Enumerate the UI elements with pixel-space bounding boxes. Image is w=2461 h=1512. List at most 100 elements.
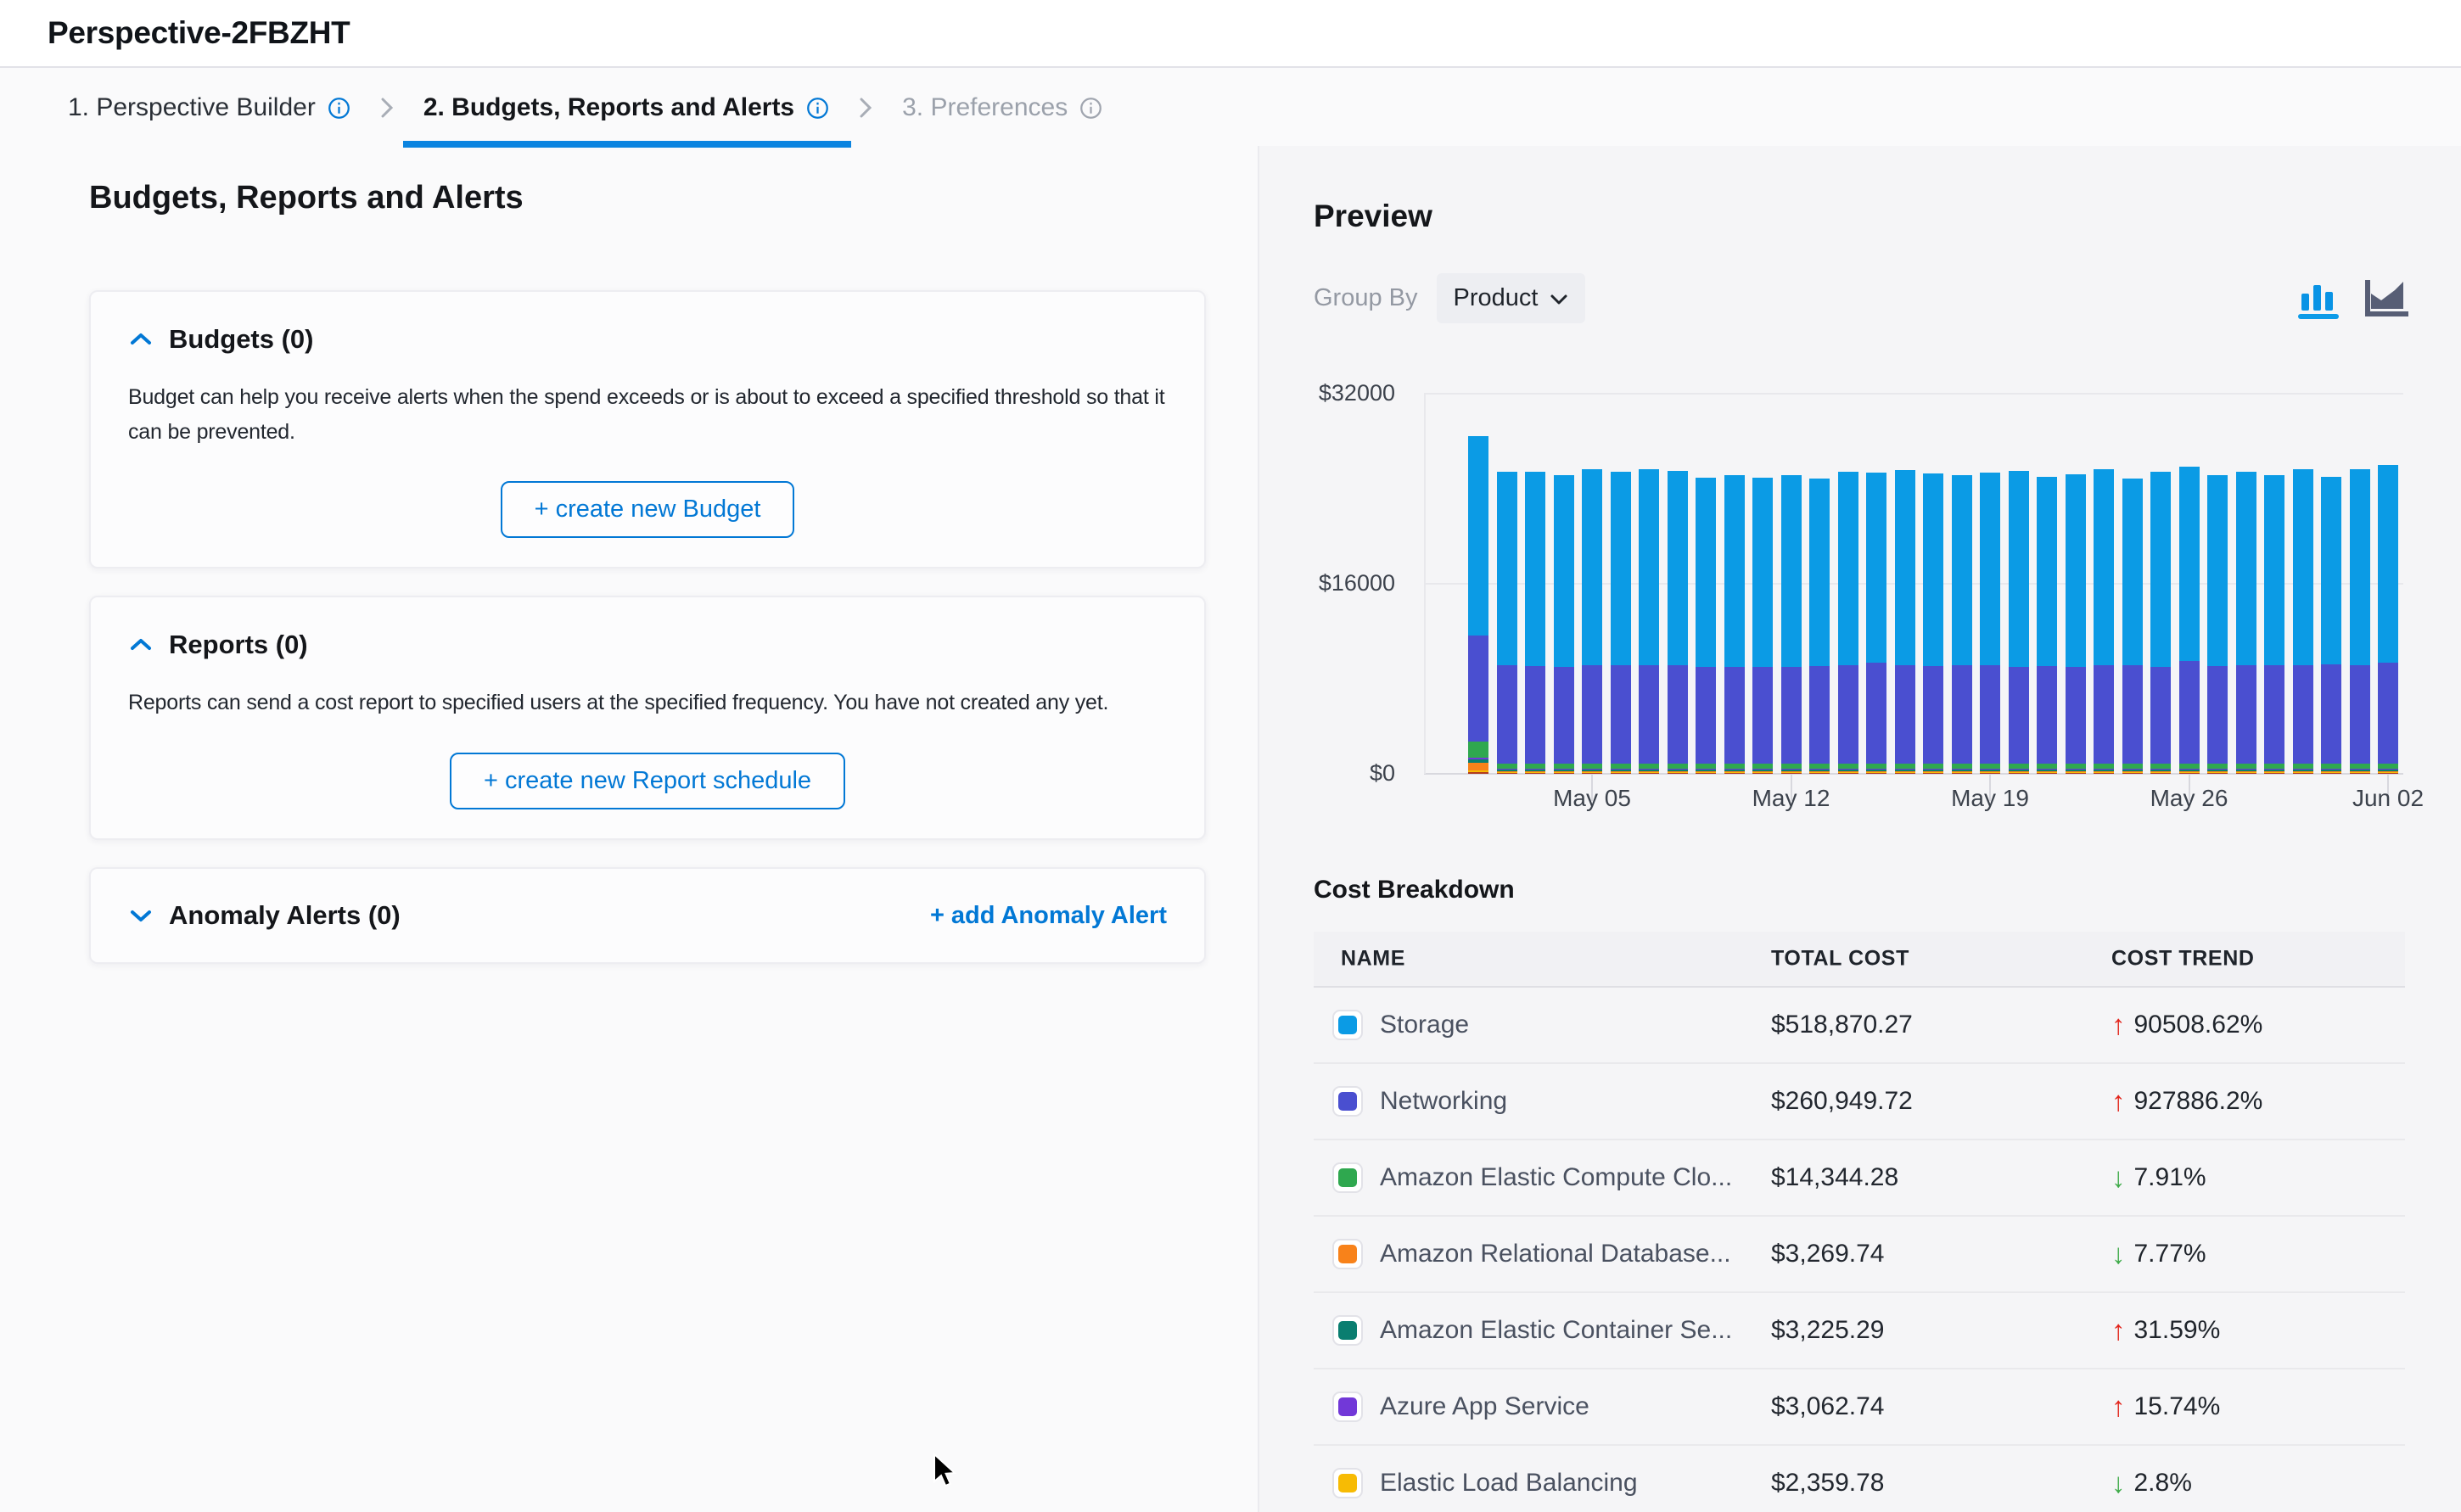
bar-segment	[1895, 470, 1915, 665]
bar-segment	[2378, 465, 2398, 662]
bar-segment	[1752, 772, 1773, 773]
tab-preferences[interactable]: 3. Preferences	[902, 68, 1102, 148]
trend-value: 90508.62%	[2134, 1011, 2263, 1039]
bar-segment	[1980, 473, 2000, 666]
bar-segment	[2150, 773, 2171, 774]
bar-segment	[2009, 772, 2029, 773]
collapse-chevron-up-icon[interactable]	[128, 330, 154, 349]
bar-segment	[1639, 773, 1659, 774]
bar-segment	[1752, 478, 1773, 667]
bar-segment	[1923, 771, 1943, 772]
bar-segment	[1468, 742, 1488, 759]
wizard-tabbar: 1. Perspective Builder 2. Budgets, Repor…	[0, 68, 2461, 148]
gridline	[1424, 393, 2403, 395]
bar-segment	[1639, 772, 1659, 773]
bar-segment	[1952, 771, 1972, 772]
bar-segment	[1696, 764, 1716, 769]
bar-segment	[1554, 475, 1574, 667]
active-tab-underline	[403, 141, 851, 148]
bar-segment	[2094, 771, 2114, 772]
collapse-chevron-up-icon[interactable]	[128, 636, 154, 654]
tab-label: 2. Budgets, Reports and Alerts	[423, 93, 794, 122]
section-heading: Budgets, Reports and Alerts	[89, 180, 524, 216]
column-header-name: NAME	[1341, 947, 1405, 972]
bar-segment	[2179, 661, 2200, 764]
bar-segment	[2321, 773, 2341, 774]
area-chart-toggle-icon[interactable]	[2364, 278, 2412, 323]
bar-segment	[2037, 477, 2057, 666]
bar-segment	[1923, 473, 1943, 666]
series-color-swatch	[1332, 1468, 1363, 1498]
bar-segment	[2122, 479, 2143, 666]
bar-segment	[2037, 769, 2057, 770]
bar-segment	[2037, 666, 2057, 764]
trend-up-arrow-icon: ↑	[2111, 1085, 2126, 1117]
bar-segment	[2207, 475, 2228, 666]
bar-segment	[1611, 769, 1631, 770]
trend-down-arrow-icon: ↓	[2111, 1467, 2126, 1499]
info-icon[interactable]	[806, 97, 829, 120]
create-report-button[interactable]: + create new Report schedule	[450, 753, 845, 809]
bar-segment	[2150, 667, 2171, 764]
cost-breakdown-table: NAME TOTAL COST COST TREND Storage$518,8…	[1314, 932, 2405, 1512]
bar-segment	[2150, 771, 2171, 772]
bar-segment	[1639, 764, 1659, 769]
y-axis-label: $32000	[1259, 380, 1395, 406]
trend-down-arrow-icon: ↓	[2111, 1162, 2126, 1194]
bar-segment	[2378, 663, 2398, 764]
bar-segment	[1497, 472, 1517, 665]
tab-budgets-reports-alerts[interactable]: 2. Budgets, Reports and Alerts	[423, 68, 829, 148]
row-name: Amazon Relational Database...	[1380, 1240, 1731, 1268]
row-cost-trend: ↑15.74%	[2111, 1391, 2220, 1423]
bar-segment	[1752, 764, 1773, 769]
bar-segment	[2264, 475, 2284, 664]
create-budget-button[interactable]: + create new Budget	[501, 481, 795, 538]
row-cost-trend: ↓7.91%	[2111, 1162, 2206, 1194]
info-icon[interactable]	[328, 97, 350, 120]
trend-up-arrow-icon: ↑	[2111, 1391, 2126, 1423]
anomaly-alerts-card: Anomaly Alerts (0) + add Anomaly Alert	[89, 867, 1206, 964]
collapse-chevron-down-icon[interactable]	[128, 906, 154, 925]
bar-chart-toggle-icon[interactable]	[2296, 278, 2342, 323]
bar-segment	[1525, 772, 1545, 773]
bar-segment	[2037, 773, 2057, 774]
bar-segment	[2378, 764, 2398, 769]
bar-segment	[2264, 764, 2284, 769]
chart-plot[interactable]: $32000$16000$0May 05May 12May 19May 26Ju…	[1259, 356, 2461, 865]
tab-perspective-builder[interactable]: 1. Perspective Builder	[68, 68, 350, 148]
bar-segment	[2122, 773, 2143, 774]
bar-segment	[2264, 665, 2284, 764]
bar-segment	[1952, 764, 1972, 769]
trend-value: 7.77%	[2134, 1240, 2206, 1268]
x-axis-label: May 26	[2122, 785, 2257, 812]
info-icon[interactable]	[1079, 97, 1102, 120]
group-by-select[interactable]: Product	[1437, 273, 1586, 323]
budgets-title: Budgets (0)	[169, 324, 314, 355]
bar-segment	[1525, 769, 1545, 770]
mouse-cursor-icon	[929, 1453, 963, 1494]
column-header-cost-trend: COST TREND	[2111, 947, 2255, 972]
bar-segment	[1809, 773, 1830, 774]
series-color-swatch	[1332, 1239, 1363, 1269]
cost-breakdown-title: Cost Breakdown	[1314, 876, 1515, 904]
bar-segment	[1639, 769, 1659, 770]
bar-segment	[1838, 773, 1858, 774]
bar-segment	[2236, 773, 2256, 774]
bar-segment	[1895, 769, 1915, 770]
page-title: Perspective-2FBZHT	[48, 15, 350, 51]
bar-segment	[2321, 772, 2341, 773]
bar-segment	[1525, 764, 1545, 769]
bar-segment	[2321, 771, 2341, 772]
add-anomaly-alert-link[interactable]: + add Anomaly Alert	[930, 902, 1167, 930]
trend-down-arrow-icon: ↓	[2111, 1238, 2126, 1270]
bar-segment	[1781, 475, 1802, 667]
bar-segment	[1582, 764, 1602, 769]
bar-segment	[2066, 771, 2086, 772]
bar-segment	[1468, 770, 1488, 772]
column-header-total-cost: TOTAL COST	[1771, 947, 1909, 972]
bar-segment	[2293, 764, 2313, 769]
bar-segment	[1895, 764, 1915, 769]
bar-segment	[1696, 769, 1716, 770]
trend-value: 2.8%	[2134, 1469, 2192, 1498]
row-name: Networking	[1380, 1087, 1507, 1116]
